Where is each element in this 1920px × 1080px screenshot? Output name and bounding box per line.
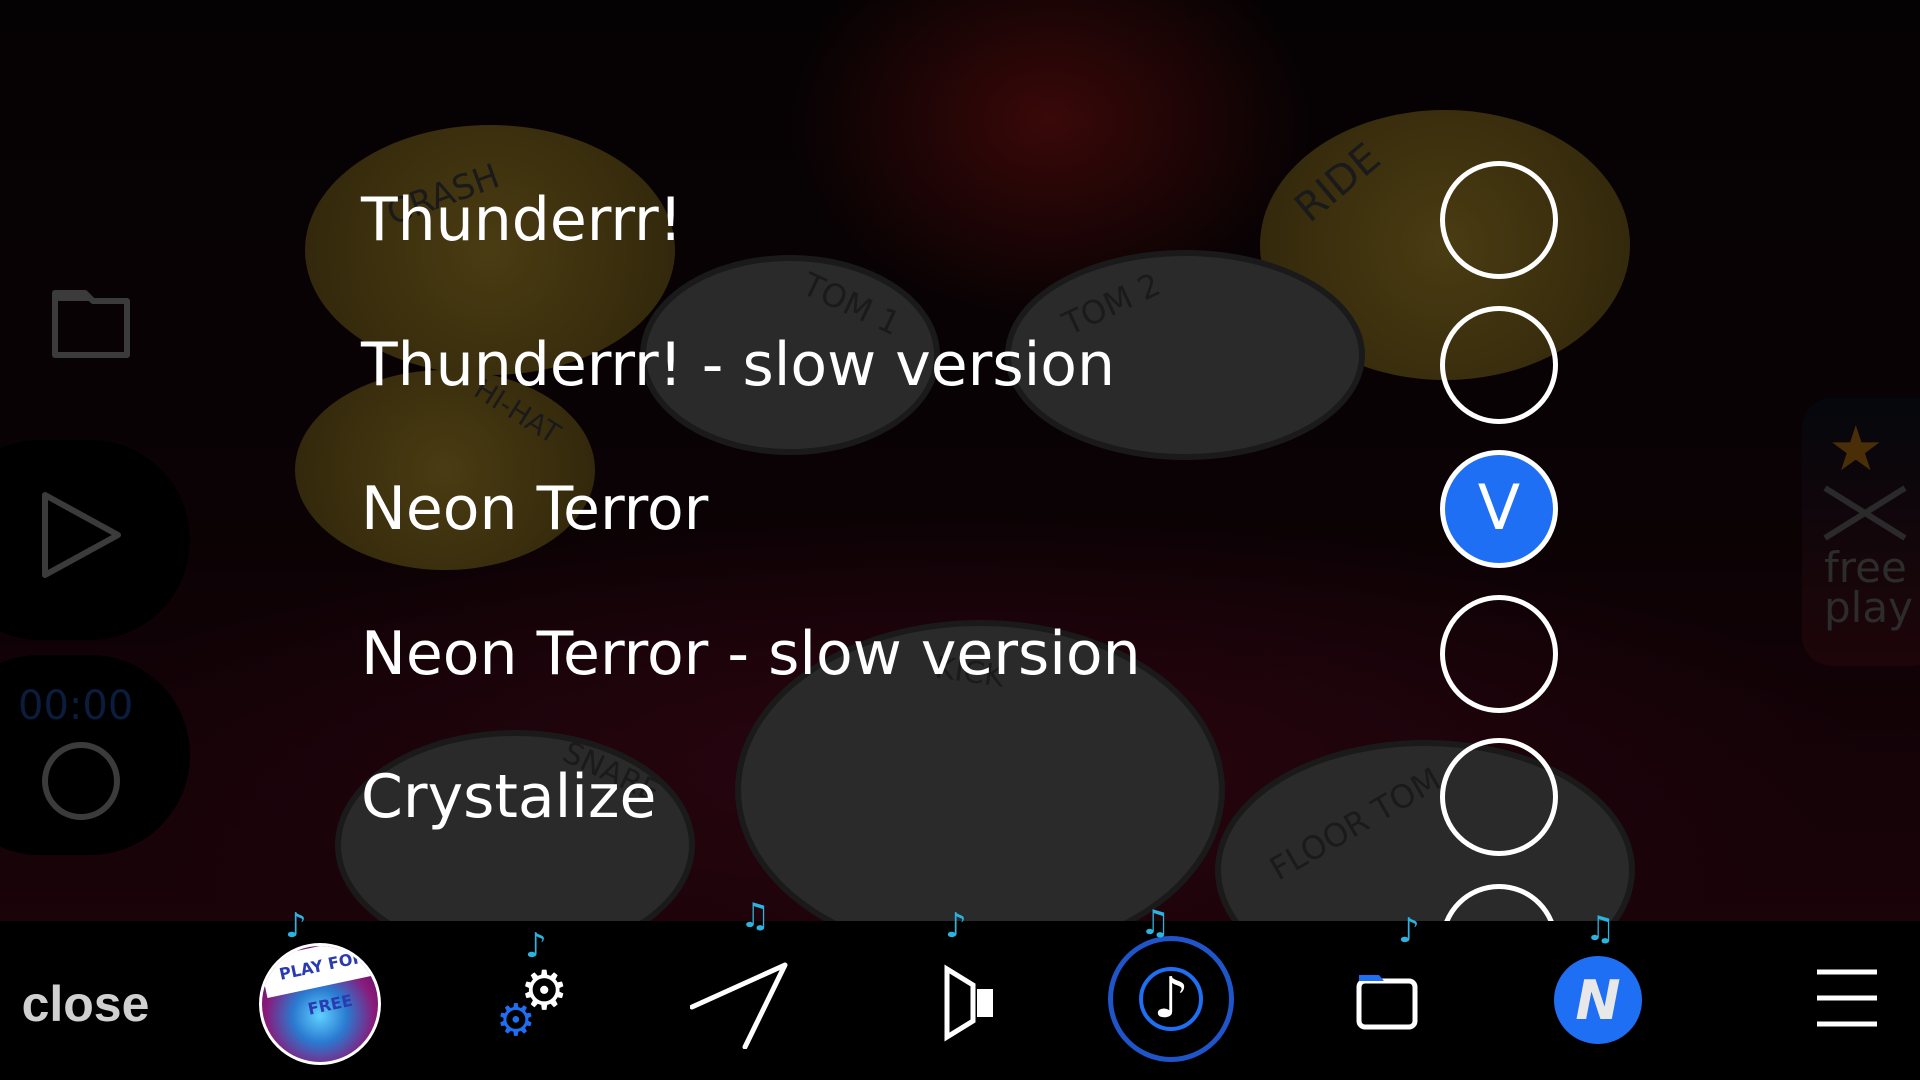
- song-item[interactable]: Neon Terror V: [361, 439, 1561, 579]
- music-note-icon: ♪: [1398, 911, 1420, 951]
- song-item[interactable]: Neon Terror - slow version: [361, 584, 1561, 724]
- close-button[interactable]: close: [18, 959, 153, 1049]
- play-for-free-icon: PLAY FOR FREE: [259, 943, 381, 1065]
- radio-button[interactable]: [1440, 306, 1558, 424]
- song-list: Thunderrr! Thunderrr! - slow version Neo…: [0, 0, 1920, 921]
- radio-button[interactable]: [1440, 884, 1558, 921]
- menu-button[interactable]: [1815, 966, 1879, 1056]
- gear-small-icon: ⚙: [496, 995, 536, 1046]
- radio-button[interactable]: [1440, 738, 1558, 856]
- music-note-icon: ♪: [945, 906, 967, 946]
- radio-button[interactable]: [1440, 595, 1558, 713]
- settings-button[interactable]: ⚙ ⚙: [490, 959, 580, 1049]
- n-logo-button[interactable]: N: [1554, 956, 1642, 1044]
- folder-button[interactable]: [1356, 971, 1418, 1061]
- radio-button[interactable]: [1440, 161, 1558, 279]
- music-notes-icon: ♫: [1140, 903, 1171, 943]
- radio-button-selected[interactable]: V: [1440, 450, 1558, 568]
- speaker-button[interactable]: [943, 963, 1003, 1053]
- play-for-free-button[interactable]: PLAY FOR FREE: [258, 943, 382, 1065]
- bottom-toolbar: close PLAY FOR FREE ♪ ⚙ ⚙ ♪ ♫ ♪ ♪ ♫ ♪ N …: [0, 896, 1920, 1080]
- music-note-icon: ♪: [525, 926, 547, 966]
- songs-button[interactable]: ♪: [1108, 936, 1234, 1062]
- song-item[interactable]: Thunderrr!: [361, 150, 1561, 290]
- drumsticks-button[interactable]: [690, 959, 790, 1049]
- music-note-icon: ♪: [285, 906, 307, 946]
- song-item[interactable]: Crystalize: [361, 727, 1561, 867]
- music-notes-icon: ♫: [1585, 909, 1616, 949]
- music-notes-icon: ♫: [740, 896, 771, 936]
- n-logo-icon: N: [1575, 968, 1621, 1032]
- music-note-icon: ♪: [1139, 967, 1203, 1031]
- song-item[interactable]: Thunderrr! - slow version: [361, 295, 1561, 435]
